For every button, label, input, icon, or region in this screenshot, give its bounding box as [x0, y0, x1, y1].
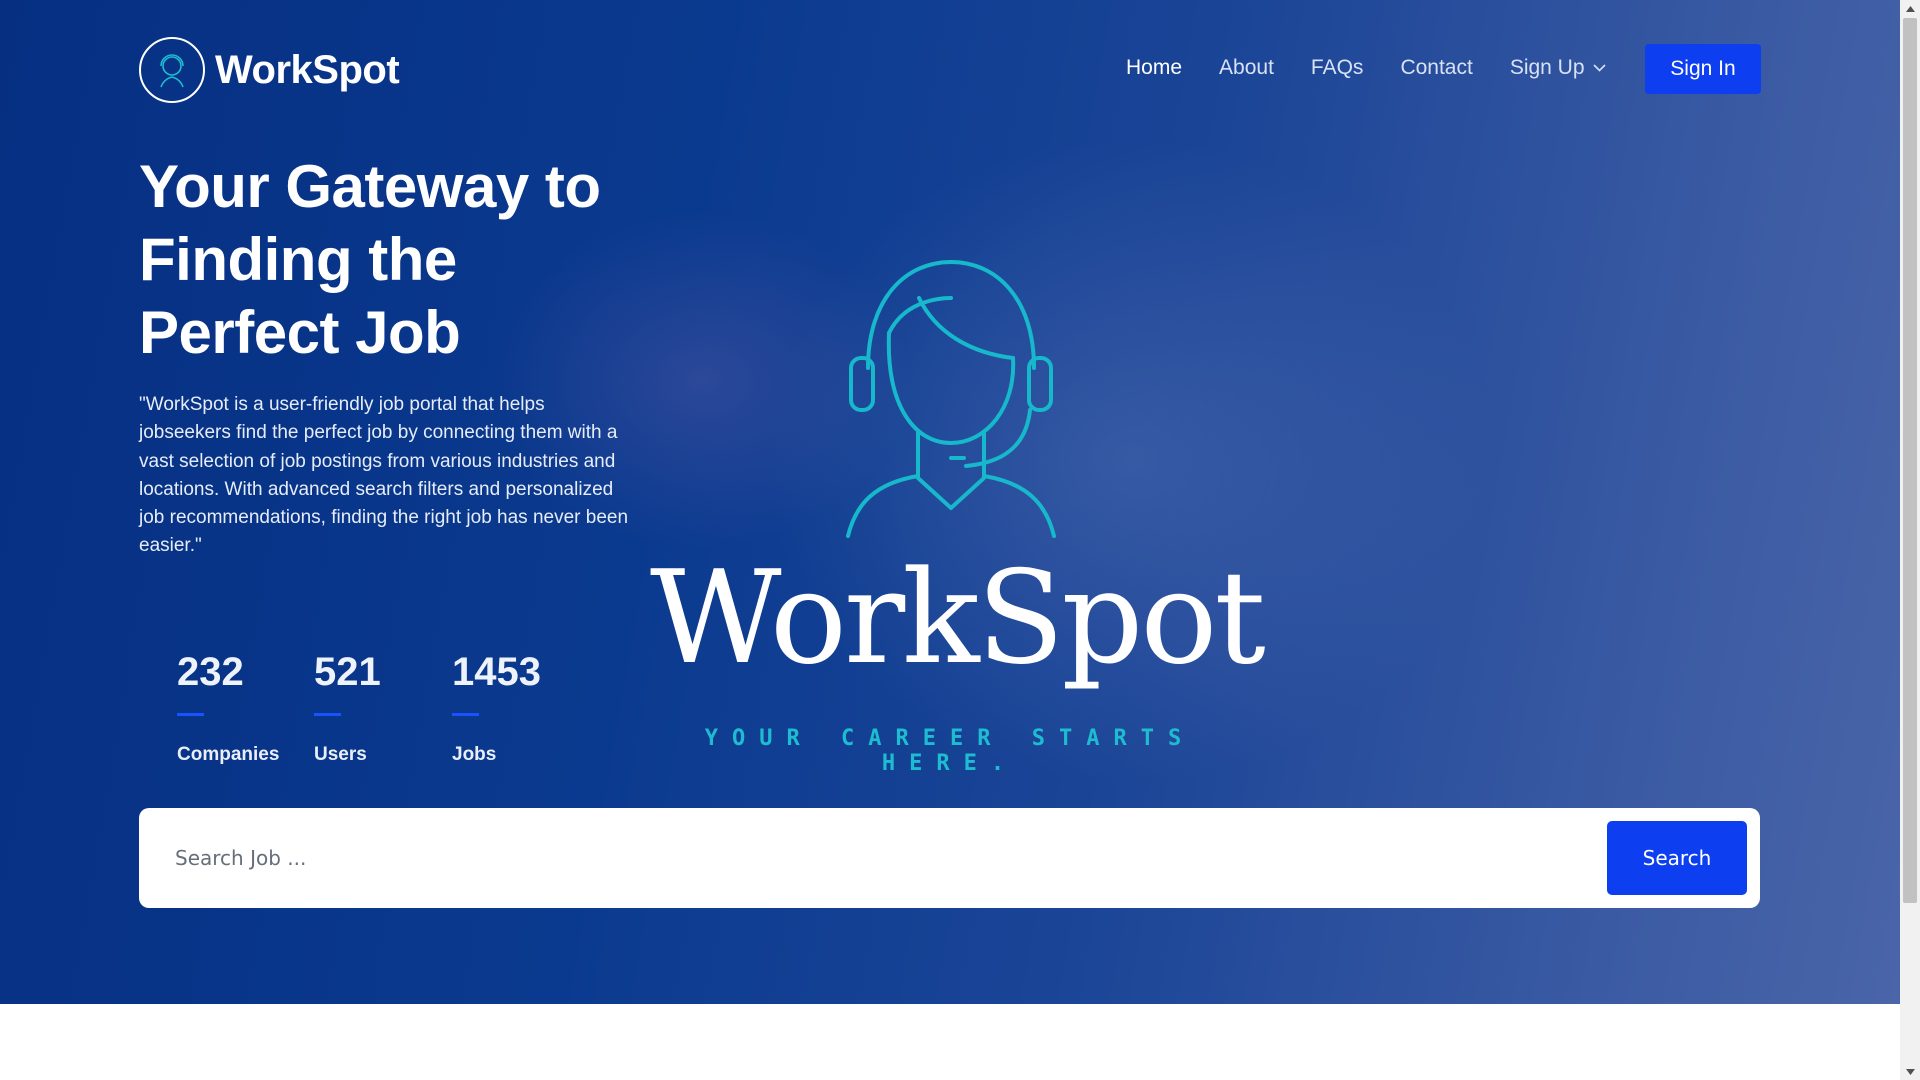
scroll-up-arrow-icon[interactable]	[1900, 0, 1920, 17]
nav-contact[interactable]: Contact	[1400, 56, 1472, 80]
stat-value: 1453	[452, 650, 541, 694]
hero-description: "WorkSpot is a user-friendly job portal …	[139, 394, 629, 557]
brand-tagline: YOUR CAREER STARTS HERE.	[704, 726, 1196, 776]
stat-label: Jobs	[452, 744, 497, 765]
headline-line: Your Gateway to	[139, 153, 601, 220]
scroll-thumb[interactable]	[1903, 18, 1917, 903]
vertical-scrollbar[interactable]	[1900, 0, 1920, 1080]
brand-wordmark: WorkSpot	[650, 544, 1266, 693]
nav-about[interactable]: About	[1219, 56, 1274, 80]
main-nav: Home About FAQs Contact Sign Up	[1126, 56, 1643, 80]
stat-companies: 232 Companies	[177, 650, 279, 766]
nav-signup-label: Sign Up	[1509, 56, 1585, 79]
nav-signup[interactable]: Sign Up	[1510, 56, 1606, 80]
stat-users: 521 Users	[314, 650, 381, 766]
site-logo[interactable]: WorkSpot	[139, 37, 400, 103]
stat-divider	[314, 713, 341, 716]
hero-section: WorkSpot Home About FAQs Contact Sign Up…	[0, 0, 1900, 1004]
stat-divider	[177, 713, 204, 716]
headset-person-icon	[139, 37, 205, 103]
signin-button[interactable]: Sign In	[1645, 44, 1761, 94]
stat-value: 521	[314, 650, 381, 694]
headline-line: Perfect Job	[139, 299, 461, 366]
job-search-bar: Search	[139, 808, 1760, 908]
stat-label: Users	[314, 744, 367, 765]
nav-faqs[interactable]: FAQs	[1311, 56, 1364, 80]
search-button[interactable]: Search	[1607, 821, 1747, 895]
scroll-down-arrow-icon[interactable]	[1900, 1063, 1920, 1080]
logo-text: WorkSpot	[215, 47, 400, 92]
hero-headline: Your Gateway to Finding the Perfect Job	[139, 150, 659, 369]
stat-jobs: 1453 Jobs	[452, 650, 541, 766]
stat-value: 232	[177, 650, 244, 694]
page-content-area	[0, 1004, 1900, 1080]
search-input[interactable]	[175, 833, 1575, 883]
stat-divider	[452, 713, 479, 716]
headline-line: Finding the	[139, 226, 457, 293]
chevron-down-icon	[1592, 64, 1606, 72]
nav-home[interactable]: Home	[1126, 56, 1182, 80]
headset-avatar-icon	[846, 260, 1056, 538]
stat-label: Companies	[177, 744, 280, 765]
